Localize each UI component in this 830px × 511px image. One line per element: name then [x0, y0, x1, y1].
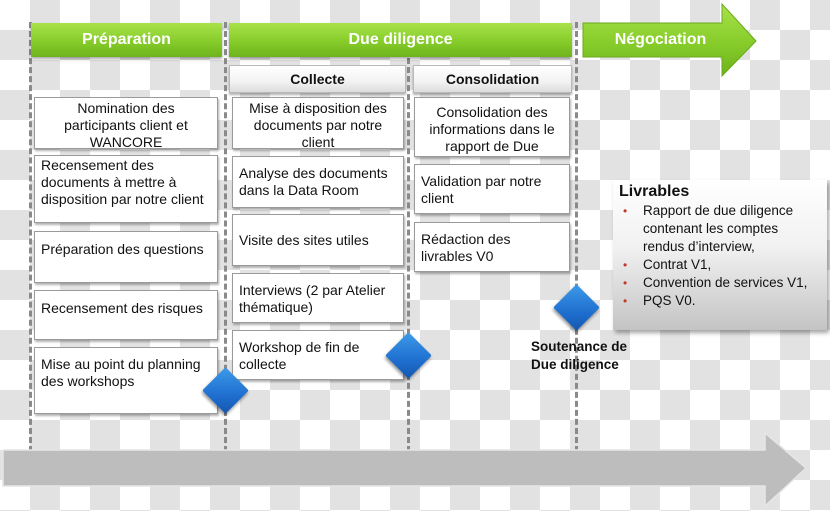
deliverable-item: • Convention de services V1, — [619, 274, 821, 292]
deliverables-title: Livrables — [619, 183, 690, 200]
deliverable-item: • Rapport de due diligence contenant les … — [619, 202, 821, 256]
task-label: Rédaction des livrables V0 — [421, 231, 511, 264]
task-card: Interviews (2 par Atelier thématique) — [232, 273, 404, 323]
task-label: Workshop de fin de collecte — [239, 339, 360, 372]
subphase-label: Collecte — [290, 71, 345, 87]
task-label: Préparation des questions — [41, 241, 204, 257]
task-card: Préparation des questions — [34, 231, 218, 283]
milestone-label: Soutenance de Due diligence — [531, 339, 628, 372]
phase-label: Négociation — [614, 31, 707, 48]
subphase-label: Consolidation — [445, 71, 540, 87]
task-card: Analyse des documents dans la Data Room — [232, 156, 404, 208]
separator-line — [29, 22, 32, 452]
timeline-arrow — [2, 431, 808, 508]
task-label: Recensement des risques — [41, 300, 203, 316]
phase-label: Due diligence — [348, 31, 453, 48]
task-card: Mise au point du planning des workshops — [34, 347, 218, 414]
task-label: Validation par notre client — [421, 173, 542, 206]
task-card: Rédaction des livrables V0 — [414, 222, 570, 272]
deliverable-text: Rapport de due diligence contenant les c… — [643, 203, 794, 254]
separator-line — [575, 22, 578, 452]
task-card: Consolidation des informations dans le r… — [414, 97, 570, 157]
milestone-diamond-icon — [553, 284, 600, 331]
task-card: Mise à disposition des documents par not… — [232, 97, 404, 150]
deliverable-text: Convention de services V1, — [643, 275, 808, 290]
separator-line — [407, 58, 410, 452]
phase-label: Préparation — [82, 31, 171, 48]
subphase-consolidation: Consolidation — [413, 65, 572, 93]
task-card: Visite des sites utiles — [232, 214, 404, 266]
deliverable-text: PQS V0. — [643, 293, 696, 308]
task-label: Nomination des participants client et WA… — [64, 100, 188, 150]
bullet-icon: • — [623, 258, 628, 272]
deliverable-item: • PQS V0. — [619, 292, 821, 310]
phase-due-diligence: Due diligence — [229, 23, 572, 57]
task-card: Nomination des participants client et WA… — [34, 97, 218, 150]
task-card: Validation par notre client — [414, 164, 570, 214]
task-label: Visite des sites utiles — [239, 232, 369, 248]
task-label: Mise au point du planning des workshops — [41, 356, 201, 389]
deliverable-item: • Contrat V1, — [619, 256, 821, 274]
task-label: Consolidation des informations dans le r… — [429, 104, 555, 154]
subphase-collecte: Collecte — [229, 65, 406, 93]
task-label: Mise à disposition des documents par not… — [249, 100, 387, 150]
task-card: Recensement des risques — [34, 290, 218, 340]
bullet-icon: • — [623, 204, 628, 218]
deliverable-text: Contrat V1, — [643, 257, 712, 272]
bullet-icon: • — [623, 276, 628, 290]
phase-negociation: Négociation — [583, 23, 738, 57]
task-label: Analyse des documents dans la Data Room — [239, 165, 388, 198]
deliverables-list: • Rapport de due diligence contenant les … — [619, 202, 821, 310]
phase-preparation: Préparation — [31, 23, 222, 57]
task-card: Workshop de fin de collecte — [232, 330, 404, 380]
bullet-icon: • — [623, 294, 628, 308]
task-card: Recensement des documents à mettre à dis… — [34, 155, 218, 223]
task-label: Interviews (2 par Atelier thématique) — [239, 282, 386, 315]
deliverables-box: Livrables • Rapport de due diligence cont… — [613, 180, 827, 330]
task-label: Recensement des documents à mettre à dis… — [41, 157, 204, 207]
